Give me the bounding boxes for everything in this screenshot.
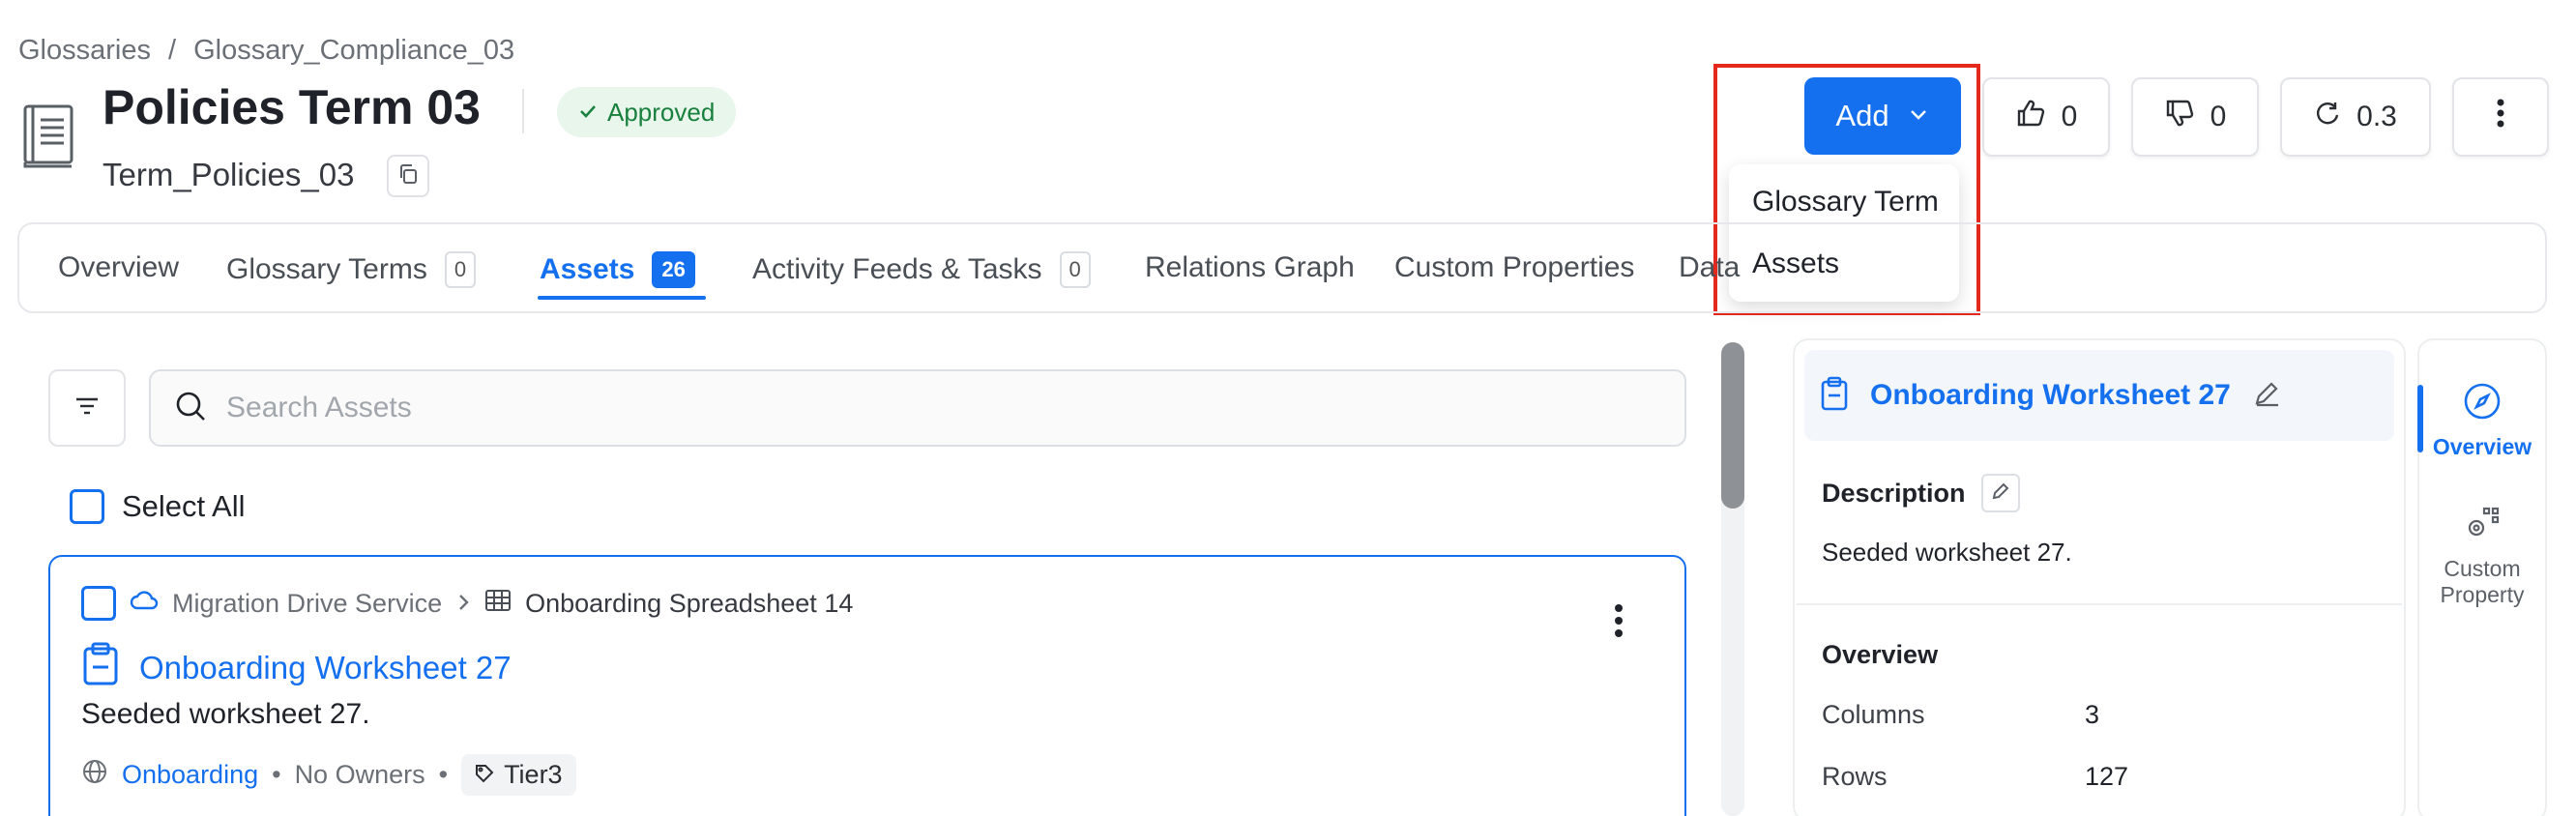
filter-icon — [74, 395, 100, 422]
select-all[interactable]: Select All — [70, 489, 246, 524]
tab-activity-feeds[interactable]: Activity Feeds & Tasks 0 — [752, 251, 1091, 288]
tab-count: 0 — [1059, 251, 1091, 288]
like-count: 0 — [2061, 101, 2078, 132]
detail-panel-title[interactable]: Onboarding Worksheet 27 — [1870, 379, 2231, 412]
asset-meta: Onboarding • No Owners • Tier3 — [81, 754, 576, 796]
version-number: 0.3 — [2356, 101, 2397, 132]
clipboard-icon — [1820, 376, 1849, 416]
title-divider — [522, 89, 524, 133]
description-heading: Description — [1822, 474, 2020, 512]
more-options-button[interactable] — [2452, 77, 2549, 157]
asset-title-row: Onboarding Worksheet 27 — [81, 642, 512, 694]
spreadsheet-icon — [484, 589, 512, 619]
tier-label: Tier3 — [504, 760, 563, 789]
tab-label: Relations Graph — [1145, 251, 1355, 283]
detail-description: Seeded worksheet 27. — [1822, 538, 2072, 567]
side-tab-label: Property — [2440, 581, 2525, 607]
tab-data[interactable]: Data — [1679, 251, 1740, 284]
thumbs-up-icon — [2015, 98, 2046, 136]
asset-domain[interactable]: Onboarding — [122, 760, 258, 790]
like-button[interactable]: 0 — [1982, 77, 2110, 157]
side-tab-label: Custom — [2444, 556, 2521, 582]
tab-label: Custom Properties — [1394, 251, 1635, 283]
tab-label: Activity Feeds & Tasks — [752, 253, 1042, 285]
status-label: Approved — [607, 97, 716, 127]
tab-relations-graph[interactable]: Relations Graph — [1145, 251, 1355, 284]
clipboard-icon — [81, 642, 120, 694]
scrollbar-thumb[interactable] — [1721, 342, 1744, 509]
tag-icon — [475, 760, 494, 790]
select-all-label: Select All — [122, 489, 246, 523]
thumbs-down-icon — [2164, 98, 2195, 136]
tab-count: 0 — [444, 251, 477, 288]
page-title: Policies Term 03 — [102, 80, 481, 134]
book-icon — [21, 102, 77, 170]
property-key: Rows — [1822, 762, 1888, 791]
asset-more-icon[interactable] — [1609, 601, 1628, 640]
chevron-right-icon — [455, 589, 471, 619]
meta-separator: • — [272, 760, 281, 789]
tab-label: Assets — [540, 253, 635, 285]
tab-label: Data — [1679, 251, 1741, 283]
meta-separator: • — [438, 760, 449, 789]
breadcrumb-glossaries[interactable]: Glossaries — [18, 35, 151, 67]
description-label: Description — [1822, 478, 1966, 508]
panel-divider — [1797, 603, 2402, 605]
search-input[interactable] — [226, 392, 1580, 424]
tab-count: 26 — [652, 251, 695, 288]
asset-checkbox[interactable] — [81, 586, 116, 621]
breadcrumb: Glossaries / Glossary_Compliance_03 — [18, 35, 514, 67]
asset-parent[interactable]: Onboarding Spreadsheet 14 — [525, 589, 853, 619]
version-button[interactable]: 0.3 — [2280, 77, 2431, 157]
globe-icon — [81, 758, 108, 792]
term-fqn: Term_Policies_03 — [102, 157, 355, 192]
side-tab-overview[interactable]: Overview — [2421, 381, 2543, 460]
tier-badge[interactable]: Tier3 — [461, 754, 576, 796]
tab-assets[interactable]: Assets 26 — [540, 251, 695, 288]
active-tab-indicator — [538, 296, 706, 300]
copy-icon — [396, 162, 420, 190]
more-vertical-icon — [2496, 98, 2505, 136]
property-key: Columns — [1822, 700, 1925, 729]
asset-breadcrumb: Migration Drive Service Onboarding Sprea… — [81, 586, 853, 621]
copy-button[interactable] — [387, 155, 429, 197]
select-all-checkbox[interactable] — [70, 489, 104, 524]
side-tab-custom-property[interactable]: Custom Property — [2421, 505, 2543, 607]
edit-icon — [1990, 479, 2011, 509]
edit-icon[interactable] — [2252, 379, 2281, 413]
dislike-count: 0 — [2210, 101, 2227, 132]
history-icon — [2314, 100, 2341, 134]
asset-service[interactable]: Migration Drive Service — [172, 589, 442, 619]
search-box — [149, 369, 1686, 447]
tab-label: Overview — [58, 251, 180, 283]
breadcrumb-separator: / — [168, 35, 177, 66]
check-icon — [578, 98, 598, 128]
overview-heading: Overview — [1822, 640, 1939, 669]
edit-description-button[interactable] — [1980, 474, 2020, 512]
settings-grid-icon — [2463, 505, 2502, 548]
property-value: 127 — [2085, 762, 2129, 791]
compass-icon — [2462, 381, 2503, 426]
asset-title-link[interactable]: Onboarding Worksheet 27 — [139, 650, 512, 686]
tab-custom-properties[interactable]: Custom Properties — [1394, 251, 1634, 284]
tab-label: Glossary Terms — [226, 253, 427, 285]
cloud-icon — [130, 589, 159, 619]
breadcrumb-glossary[interactable]: Glossary_Compliance_03 — [193, 35, 514, 67]
asset-owners: No Owners — [294, 760, 425, 789]
status-badge: Approved — [557, 87, 737, 137]
filter-button[interactable] — [48, 369, 126, 447]
tab-glossary-terms[interactable]: Glossary Terms 0 — [226, 251, 477, 288]
detail-panel-header: Onboarding Worksheet 27 — [1804, 350, 2394, 441]
search-icon — [174, 390, 207, 427]
property-value: 3 — [2085, 700, 2100, 729]
dislike-button[interactable]: 0 — [2131, 77, 2259, 157]
asset-description: Seeded worksheet 27. — [81, 698, 370, 730]
tab-overview[interactable]: Overview — [58, 251, 179, 284]
side-tab-label: Overview — [2432, 434, 2532, 460]
